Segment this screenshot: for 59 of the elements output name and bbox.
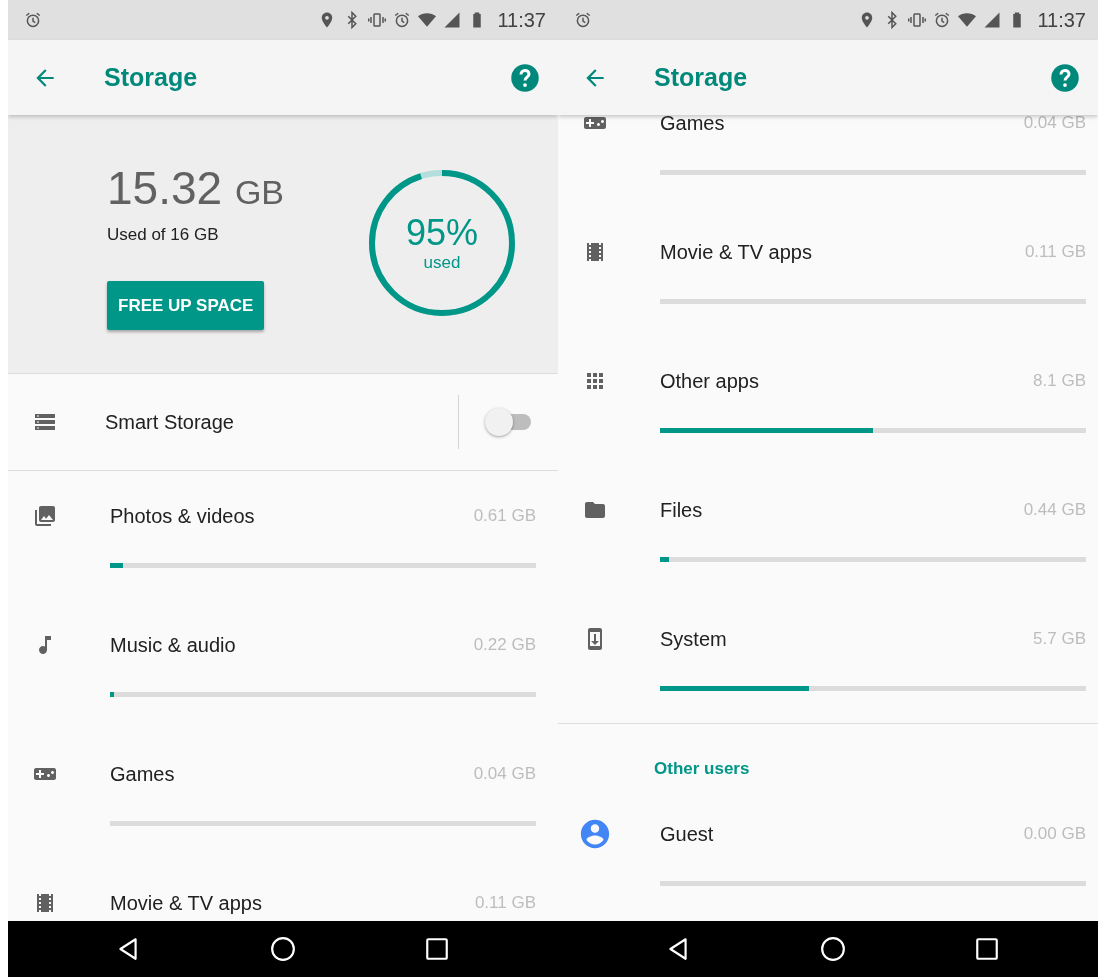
alarm-clock-icon	[933, 11, 952, 29]
recents-icon[interactable]	[424, 936, 450, 962]
category-label: Movie & TV apps	[110, 891, 262, 915]
cell-signal-icon	[983, 11, 1002, 29]
storage-category[interactable]: Movie & TV apps 0.11 GB	[558, 207, 1098, 336]
storage-category[interactable]: Games 0.04 GB	[8, 729, 558, 858]
percent-caption: used	[423, 253, 461, 273]
clock-time: 11:37	[1037, 8, 1086, 32]
category-size: 0.04 GB	[1023, 115, 1086, 133]
cell-signal-icon	[443, 11, 462, 29]
category-size: 0.22 GB	[473, 635, 536, 655]
smart-storage-label: Smart Storage	[105, 410, 234, 434]
home-icon[interactable]	[270, 936, 296, 962]
category-label: Other apps	[660, 369, 759, 393]
clock-time: 11:37	[497, 8, 546, 32]
alarm-clock-icon	[393, 11, 412, 29]
category-label: Games	[110, 762, 175, 786]
category-size: 0.11 GB	[1024, 242, 1086, 262]
category-label: Guest	[660, 822, 714, 846]
category-size: 8.1 GB	[1033, 371, 1086, 391]
percent-used: 95%	[405, 213, 479, 253]
used-amount: 15.32 GB	[107, 161, 285, 216]
photo-gallery-icon	[33, 504, 57, 528]
smart-storage-switch[interactable]	[485, 408, 531, 436]
storage-category[interactable]: Files 0.44 GB	[558, 465, 1098, 594]
category-size: 0.04 GB	[473, 764, 536, 784]
storage-category[interactable]: Games 0.04 GB	[558, 115, 1098, 207]
alarm-clock-icon	[574, 11, 592, 29]
category-label: Files	[660, 498, 703, 522]
recents-icon[interactable]	[974, 936, 1000, 962]
category-label: System	[660, 627, 727, 651]
wifi-icon	[958, 11, 977, 29]
category-size: 0.61 GB	[473, 506, 536, 526]
used-caption: Used of 16 GB	[107, 225, 219, 245]
screen-title: Storage	[104, 63, 198, 92]
wifi-icon	[418, 11, 437, 29]
storage-category[interactable]: Photos & videos 0.61 GB	[8, 471, 558, 600]
category-label: Games	[660, 115, 725, 135]
storage-category[interactable]: Music & audio 0.22 GB	[8, 600, 558, 729]
category-size: 0.44 GB	[1023, 500, 1086, 520]
category-size: 5.7 GB	[1033, 629, 1086, 649]
help-icon[interactable]	[510, 62, 540, 93]
storage-category[interactable]: Other apps 8.1 GB	[558, 336, 1098, 465]
category-label: Photos & videos	[110, 504, 255, 528]
storage-category[interactable]: System 5.7 GB	[558, 594, 1098, 723]
free-up-space-button[interactable]: FREE UP SPACE	[107, 281, 265, 330]
category-label: Movie & TV apps	[660, 240, 812, 264]
home-icon[interactable]	[820, 936, 846, 962]
section-header: Other users	[654, 759, 750, 778]
storage-category[interactable]: Guest 0.00 GB	[558, 789, 1098, 918]
alarm-clock-icon	[24, 11, 42, 29]
category-label: Music & audio	[110, 633, 236, 657]
storage-category[interactable]: Movie & TV apps 0.11 GB	[8, 858, 558, 921]
help-icon[interactable]	[1050, 62, 1080, 93]
category-size: 0.00 GB	[1023, 824, 1086, 844]
category-size: 0.11 GB	[474, 893, 536, 913]
screen-title: Storage	[654, 63, 748, 92]
vibrate-icon	[908, 11, 927, 29]
vibrate-icon	[368, 11, 387, 29]
